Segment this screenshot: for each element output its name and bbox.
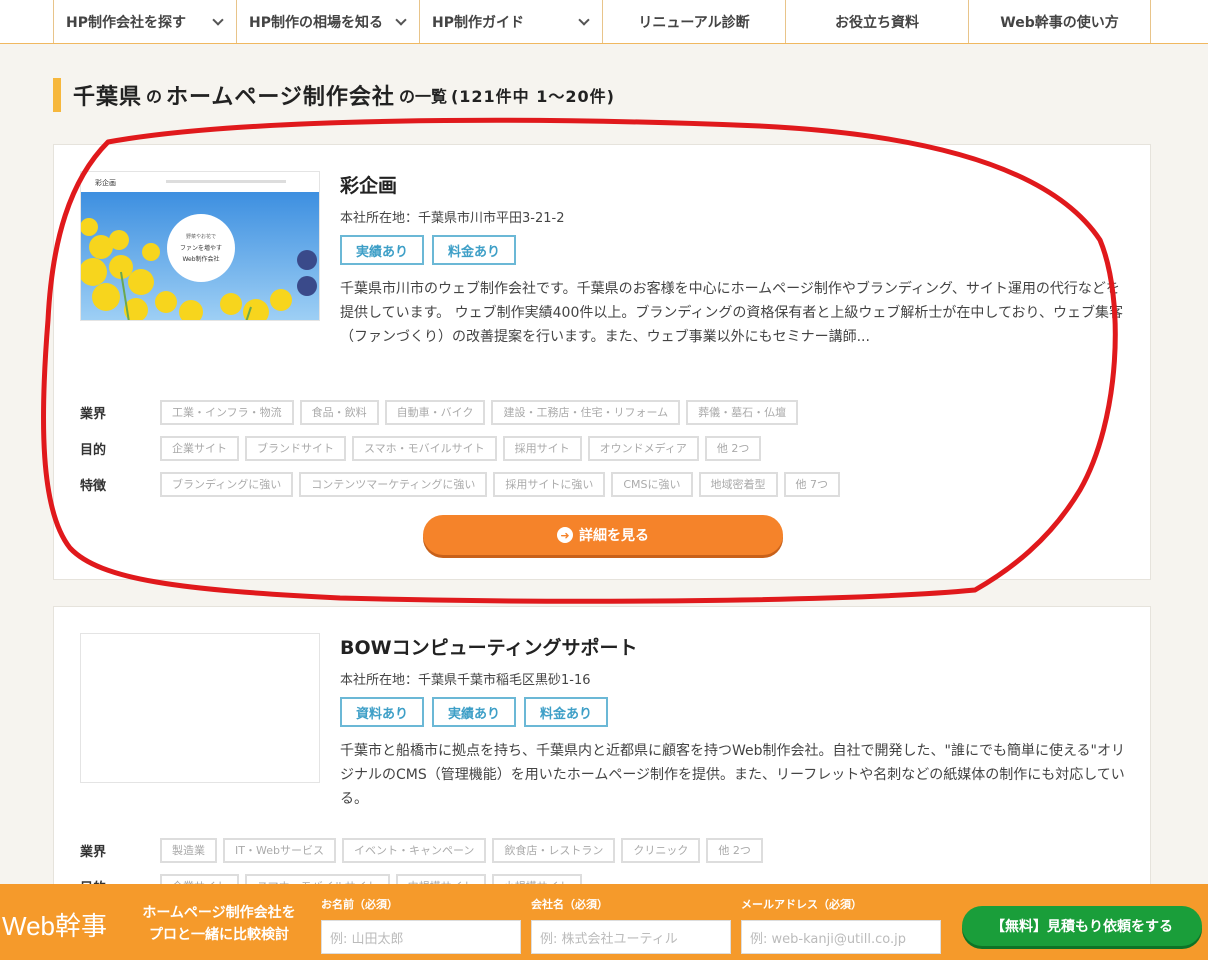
email-field-group: メールアドレス（必須） 例: web-kanji@utill.co.jp [741, 896, 941, 954]
tag[interactable]: 食品・飲料 [299, 399, 379, 425]
tag[interactable]: 企業サイト [160, 435, 239, 461]
company-description: 千葉県市川市のウェブ制作会社です。千葉県のお客様を中心にホームページ制作やブラン… [340, 281, 1123, 345]
badge-documents: 資料あり [340, 697, 425, 727]
chevron-down-icon [578, 14, 590, 26]
badge-pricing: 料金あり [524, 697, 609, 727]
company-info: BOWコンピューティングサポート 本社所在地：千葉県千葉市稲毛区黒砂1-16 資… [340, 633, 1130, 811]
top-navigation: HP制作会社を探す HP制作の相場を知る HP制作ガイド リニューアル診断 お役… [0, 0, 1208, 44]
title-list-suffix: の一覧 [398, 87, 447, 106]
tag[interactable]: ブランドサイト [245, 435, 346, 461]
tag[interactable]: クリニック [621, 837, 701, 863]
nav-item-hp-guide[interactable]: HP制作ガイド [419, 0, 602, 43]
tag[interactable]: 地域密着型 [698, 471, 778, 497]
badge-list: 資料あり 実績あり 料金あり [340, 697, 1130, 727]
sticky-estimate-bar: Web幹事 ホームページ制作会社を プロと一緒に比較検討 お名前（必須） 例: … [0, 884, 1208, 960]
tag-more[interactable]: 他 7つ [783, 471, 841, 497]
email-input[interactable]: 例: web-kanji@utill.co.jp [741, 920, 941, 954]
nav-label: HP制作の相場を知る [249, 14, 383, 31]
company-description: 千葉市と船橋市に拠点を持ち、千葉県内と近都県に顧客を持つWeb制作会社。自社で開… [340, 743, 1125, 807]
title-main: ホームページ制作会社 [166, 85, 395, 110]
tagline-line: プロと一緒に比較検討 [149, 927, 289, 943]
request-estimate-button[interactable]: 【無料】見積もり依頼をする [962, 906, 1202, 946]
tag-more[interactable]: 他 2つ [706, 837, 763, 863]
tag[interactable]: 工業・インフラ・物流 [160, 399, 294, 425]
view-details-button[interactable]: ➜ 詳細を見る [423, 515, 783, 555]
tag[interactable]: 採用サイト [502, 435, 582, 461]
name-input[interactable]: 例: 山田太郎 [321, 920, 521, 954]
tag[interactable]: 飲食店・レストラン [492, 837, 616, 863]
tag[interactable]: コンテンツマーケティングに強い [299, 471, 488, 497]
chevron-down-icon [395, 14, 407, 26]
thumb-circle-line: ファンを増やす [180, 244, 222, 252]
company-label: 会社名（必須） [531, 898, 608, 911]
chevron-down-icon [212, 14, 224, 26]
nav-item-resources[interactable]: お役立ち資料 [785, 0, 968, 43]
tag[interactable]: 採用サイトに強い [493, 471, 606, 497]
tagline-line: ホームページ制作会社を [142, 905, 296, 921]
badge-track-record: 実績あり [432, 697, 517, 727]
company-name[interactable]: 彩企画 [340, 171, 1130, 201]
company-name[interactable]: BOWコンピューティングサポート [340, 633, 1130, 663]
tag-row-label: 業界 [80, 844, 107, 860]
tag[interactable]: 自動車・バイク [384, 399, 486, 425]
result-count: (121件中 1〜20件) [450, 87, 615, 106]
tag-row-label: 目的 [80, 442, 107, 458]
nav-item-renewal-diagnosis[interactable]: リニューアル診断 [602, 0, 785, 43]
tag-row-industry: 業界 工業・インフラ・物流 食品・飲料 自動車・バイク 建設・工務店・住宅・リフ… [80, 399, 1130, 425]
nav-label: お役立ち資料 [835, 14, 919, 31]
name-field-group: お名前（必須） 例: 山田太郎 [321, 896, 521, 954]
page-title: 千葉県 の ホームページ制作会社 の一覧 (121件中 1〜20件) [53, 78, 615, 112]
tag-more[interactable]: 他 2つ [704, 435, 762, 461]
nav-item-price-guide[interactable]: HP制作の相場を知る [236, 0, 419, 43]
tag[interactable]: CMSに強い [611, 471, 693, 497]
title-prefecture: 千葉県 [73, 85, 143, 110]
tag[interactable]: 建設・工務店・住宅・リフォーム [491, 399, 681, 425]
title-particle: の [146, 87, 163, 106]
badge-pricing: 料金あり [432, 235, 517, 265]
tag-row-purpose: 目的 企業サイト ブランドサイト スマホ・モバイルサイト 採用サイト オウンドメ… [80, 435, 1130, 461]
company-info: 彩企画 本社所在地：千葉県市川市平田3-21-2 実績あり 料金あり 千葉県市川… [340, 171, 1130, 373]
email-label: メールアドレス（必須） [741, 898, 862, 911]
badge-list: 実績あり 料金あり [340, 235, 1130, 265]
company-thumbnail[interactable]: 彩企画 野菜やお花で ファンを増やす Web制作会社 [80, 171, 320, 321]
thumb-logo: 彩企画 [95, 178, 116, 187]
tag[interactable]: スマホ・モバイルサイト [352, 435, 497, 461]
badge-track-record: 実績あり [340, 235, 425, 265]
nav-item-how-to-use[interactable]: Web幹事の使い方 [968, 0, 1151, 43]
company-thumbnail[interactable] [80, 633, 320, 783]
name-label: お名前（必須） [321, 898, 398, 911]
tag[interactable]: イベント・キャンペーン [341, 837, 487, 863]
company-card: 彩企画 野菜やお花で ファンを増やす Web制作会社 彩企画 本社所在地：千葉県… [53, 144, 1151, 580]
nav-row: HP制作会社を探す HP制作の相場を知る HP制作ガイド リニューアル診断 お役… [53, 0, 1151, 43]
nav-item-find-company[interactable]: HP制作会社を探す [53, 0, 236, 43]
nav-label: HP制作ガイド [432, 14, 524, 31]
tag-row-feature: 特徴 ブランディングに強い コンテンツマーケティングに強い 採用サイトに強い C… [80, 471, 1130, 497]
footer-logo[interactable]: Web幹事 [2, 906, 107, 943]
tag[interactable]: 製造業 [160, 837, 217, 863]
company-input[interactable]: 例: 株式会社ユーティル [531, 920, 731, 954]
title-accent-bar [53, 78, 61, 112]
company-address: 本社所在地：千葉県千葉市稲毛区黒砂1-16 [340, 673, 591, 688]
footer-tagline: ホームページ制作会社を プロと一緒に比較検討 [124, 902, 314, 946]
tag[interactable]: オウンドメディア [587, 435, 699, 461]
tag-section: 業界 工業・インフラ・物流 食品・飲料 自動車・バイク 建設・工務店・住宅・リフ… [80, 399, 1130, 507]
tag-row-label: 業界 [80, 406, 107, 422]
tag[interactable]: 葬儀・墓石・仏壇 [686, 399, 799, 425]
nav-label: HP制作会社を探す [66, 14, 186, 31]
view-details-label: 詳細を見る [579, 528, 649, 544]
tag[interactable]: ブランディングに強い [160, 471, 294, 497]
thumb-circle-line: 野菜やお花で [186, 233, 216, 240]
company-thumbnail-image: 彩企画 野菜やお花で ファンを増やす Web制作会社 [81, 172, 319, 320]
arrow-right-circle-icon: ➜ [557, 527, 573, 543]
tag-row-label: 特徴 [80, 478, 107, 494]
thumb-circle-line: Web制作会社 [182, 255, 219, 263]
nav-label: リニューアル診断 [638, 14, 750, 31]
tag-row-industry: 業界 製造業 IT・Webサービス イベント・キャンペーン 飲食店・レストラン … [80, 837, 1130, 863]
company-field-group: 会社名（必須） 例: 株式会社ユーティル [531, 896, 731, 954]
nav-label: Web幹事の使い方 [1000, 14, 1119, 31]
company-address: 本社所在地：千葉県市川市平田3-21-2 [340, 211, 565, 226]
company-card: BOWコンピューティングサポート 本社所在地：千葉県千葉市稲毛区黒砂1-16 資… [53, 606, 1151, 899]
tag[interactable]: IT・Webサービス [223, 837, 336, 863]
